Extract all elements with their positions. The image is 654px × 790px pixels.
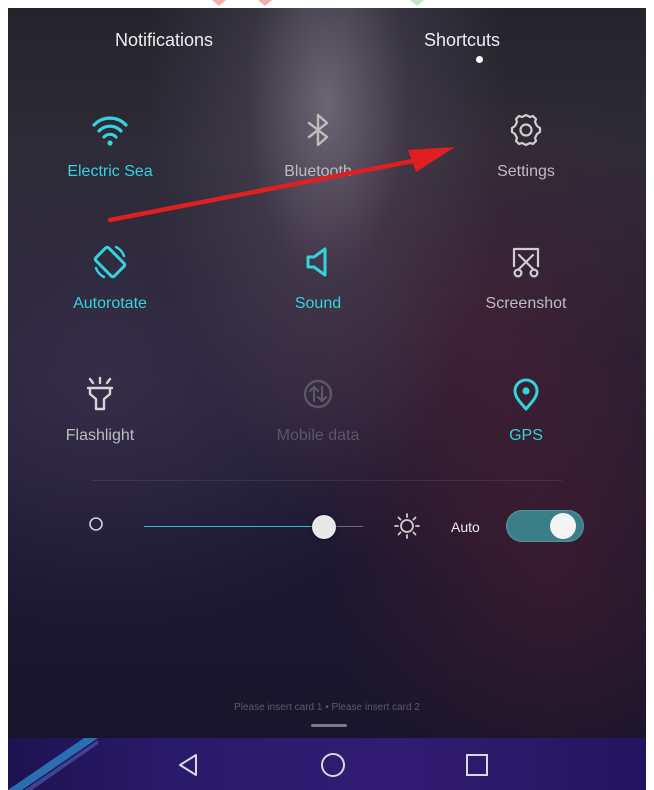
auto-brightness-toggle[interactable] (506, 510, 584, 542)
tile-mobile-data[interactable]: Mobile data (218, 370, 418, 470)
tile-label: GPS (509, 427, 543, 444)
drag-handle[interactable] (311, 724, 347, 727)
brightness-low-icon (89, 517, 103, 531)
tile-label: Flashlight (65, 427, 135, 444)
sim-status-text: Please insert card 1 • Please insert car… (234, 702, 420, 713)
brightness-high-icon (394, 513, 420, 539)
recents-icon[interactable] (462, 750, 492, 780)
rotate-icon (93, 245, 127, 279)
tile-label: Settings (497, 163, 555, 180)
home-icon[interactable] (318, 750, 348, 780)
tile-label: Sound (294, 295, 342, 312)
divider (92, 480, 562, 481)
tile-label: Mobile data (276, 427, 360, 444)
tile-label: Autorotate (73, 295, 147, 312)
bluetooth-icon (307, 113, 329, 147)
navigation-bar (8, 738, 646, 790)
tile-flashlight[interactable]: Flashlight (8, 370, 200, 470)
tile-wifi[interactable]: Electric Sea (10, 106, 210, 206)
quick-settings-panel: Notifications Shortcuts Electric Sea Blu… (8, 8, 646, 790)
location-pin-icon (513, 378, 539, 411)
active-tab-indicator (476, 56, 483, 63)
tile-screenshot[interactable]: Screenshot (426, 238, 626, 338)
panel-tabs: Notifications Shortcuts (8, 8, 646, 70)
auto-brightness-label: Auto (451, 519, 480, 535)
tile-bluetooth[interactable]: Bluetooth (218, 106, 418, 206)
wifi-icon (92, 116, 128, 146)
wallpaper-streak (8, 738, 98, 790)
tile-label: Screenshot (485, 295, 567, 312)
tile-gps[interactable]: GPS (426, 370, 626, 470)
tab-notifications[interactable]: Notifications (115, 30, 213, 51)
tile-sound[interactable]: Sound (218, 238, 418, 338)
screenshot-icon (512, 247, 540, 278)
tile-settings[interactable]: Settings (426, 106, 626, 206)
tab-shortcuts[interactable]: Shortcuts (424, 30, 500, 51)
tile-label: Bluetooth (284, 163, 352, 180)
gear-icon (510, 113, 542, 147)
tile-autorotate[interactable]: Autorotate (10, 238, 210, 338)
flashlight-icon (86, 376, 114, 411)
mobile-data-icon (303, 379, 333, 409)
brightness-thumb[interactable] (311, 515, 336, 539)
back-icon[interactable] (174, 750, 204, 780)
brightness-fill (144, 526, 324, 527)
toggle-knob (550, 513, 576, 539)
speaker-icon (306, 247, 327, 277)
tile-label: Electric Sea (67, 163, 153, 180)
top-edge-artifacts (212, 0, 424, 6)
brightness-row: Auto (8, 503, 646, 553)
